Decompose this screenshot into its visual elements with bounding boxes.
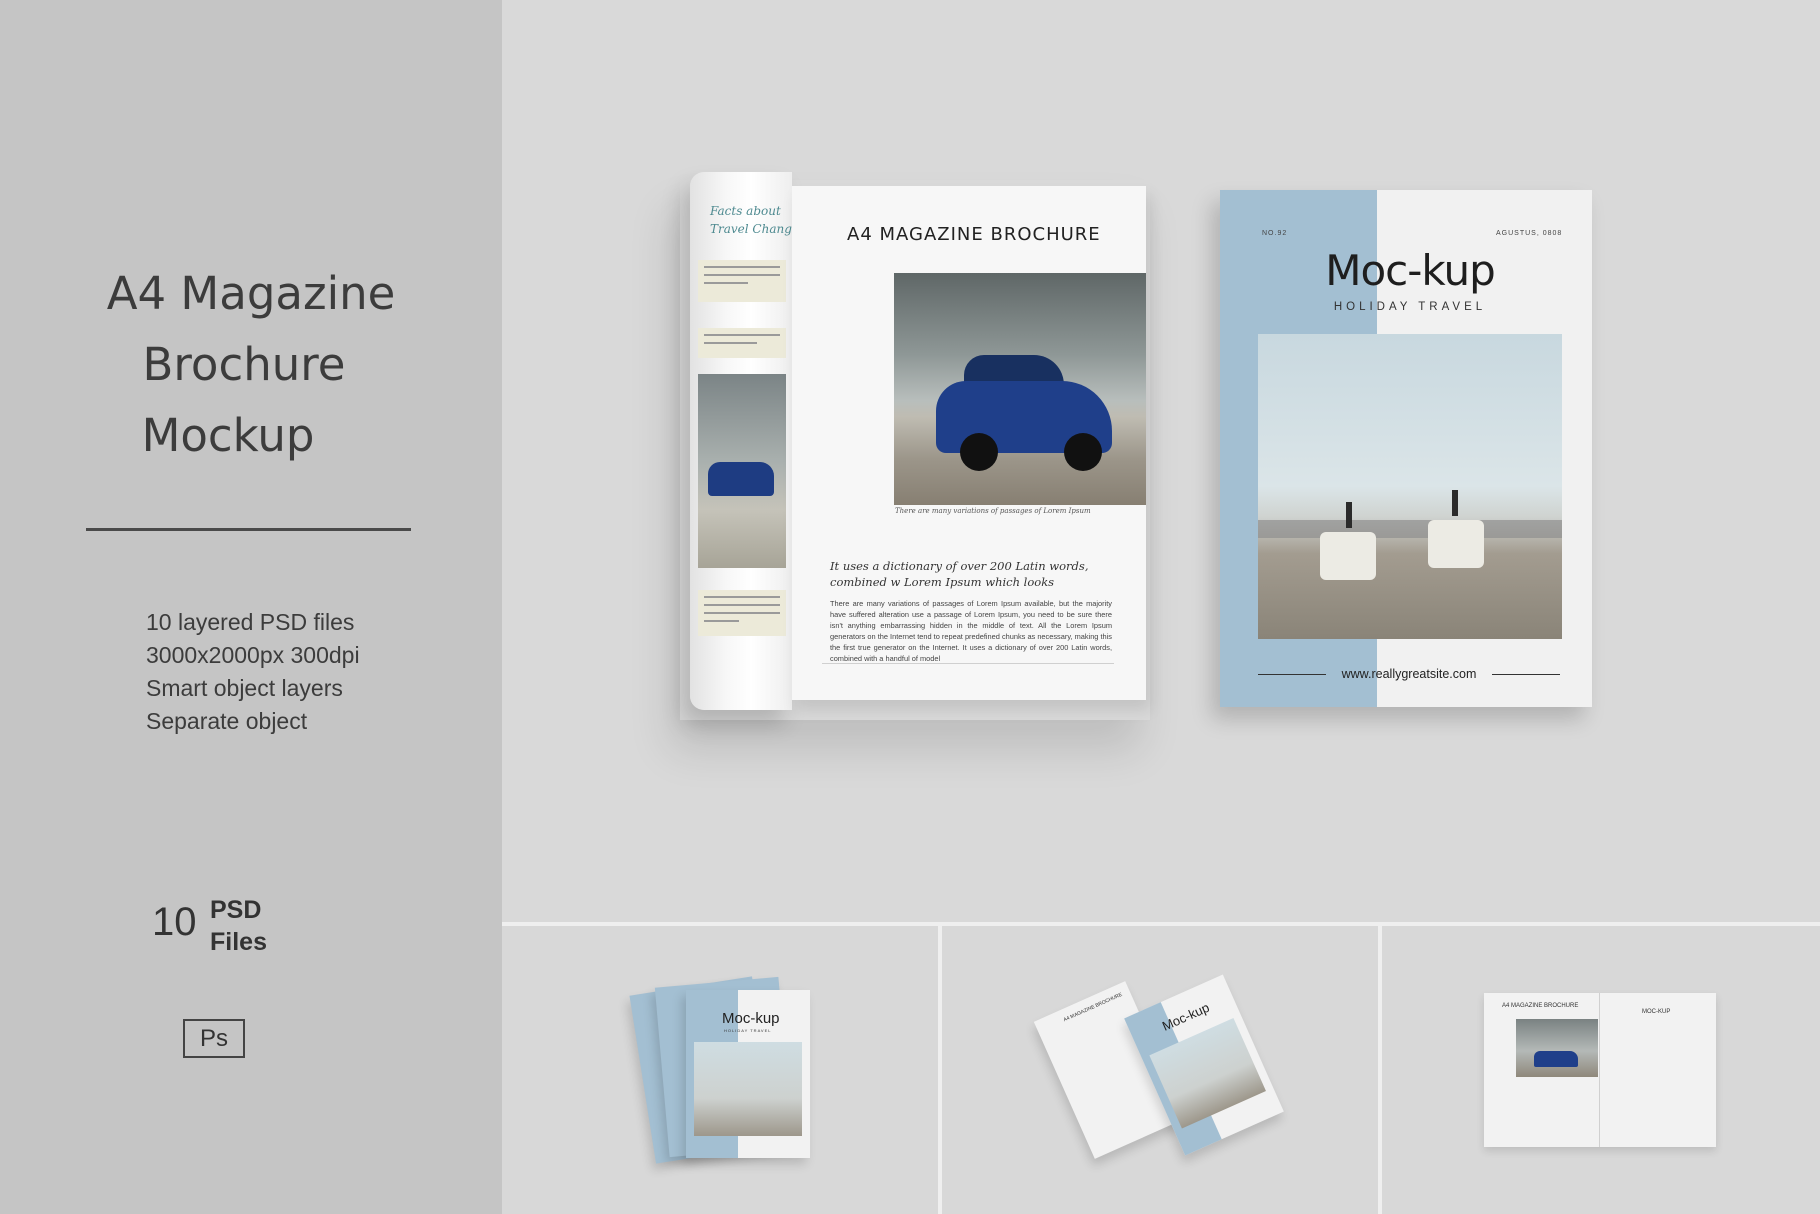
van-image [1320,532,1376,580]
car-wheel [1064,433,1102,471]
feature-item: Separate object [146,708,308,734]
psd-label: PSD Files [210,894,267,958]
thumb-cover-title: Moc-kup [722,1010,780,1027]
spread-title: A4 MAGAZINE BROCHURE [847,224,1101,245]
product-title: A4 Magazine Brochure Mockup [0,258,502,471]
cover-subtitle: HOLIDAY TRAVEL [1333,301,1487,313]
cover-photo [1258,334,1562,639]
roll-text-box [698,260,786,302]
car-photo [894,273,1146,505]
thumb-cover-photo [694,1042,802,1136]
issue-date: AGUSTUS, 0808 [1496,230,1563,237]
feature-item: Smart object layers [146,675,343,701]
roll-photo [698,374,786,568]
cover-url: www.reallygreatsite.com [1341,667,1477,681]
feature-item: 3000x2000px 300dpi [146,642,360,668]
roll-text-box [698,328,786,358]
thumb-cover-title: Moc-kup [1159,999,1212,1034]
roll-heading-line2: Travel Changes [710,222,806,236]
thumb-cover-subtitle: HOLIDAY TRAVEL [724,1028,772,1033]
cover-title: Moc-kup [1325,246,1496,295]
thumb-car-photo [1516,1019,1598,1077]
feature-item: 10 layered PSD files [146,609,355,635]
issue-number: NO.92 [1262,230,1288,237]
photo-caption: There are many variations of passages of… [895,507,1091,515]
psd-label-line2: Files [210,928,267,956]
thumb-spread-right-title: MOC-KUP [1642,1009,1671,1015]
photoshop-badge-icon: Ps [183,1019,245,1058]
feature-list: 10 layered PSD files 3000x2000px 300dpi … [146,606,360,738]
roll-heading: Facts about Travel Changes [710,202,805,238]
title-line-1: A4 Magazine [106,267,396,320]
mountains [1258,520,1562,538]
thumb-car [1534,1051,1578,1067]
stacked-cover: Moc-kup HOLIDAY TRAVEL [686,990,810,1158]
title-divider [86,528,411,531]
title-line-2: Brochure [142,338,346,391]
pull-quote: It uses a dictionary of over 200 Latin w… [830,559,1089,589]
car-wheel [960,433,998,471]
car-image [708,462,774,496]
roll-heading-line1: Facts about [710,204,781,218]
body-text: There are many variations of passages of… [830,599,1112,663]
person-figure [1452,490,1458,516]
person-figure [1346,502,1352,528]
van-image [1428,520,1484,568]
page-rule [822,663,1114,664]
flat-spread: A4 MAGAZINE BROCHURE MOC-KUP [1484,993,1716,1147]
title-line-3: Mockup [141,409,315,462]
psd-count: 10 [152,900,197,944]
thumb-spread-title: A4 MAGAZINE BROCHURE [1502,1003,1579,1009]
roll-text-box [698,590,786,636]
psd-label-line1: PSD [210,896,262,924]
